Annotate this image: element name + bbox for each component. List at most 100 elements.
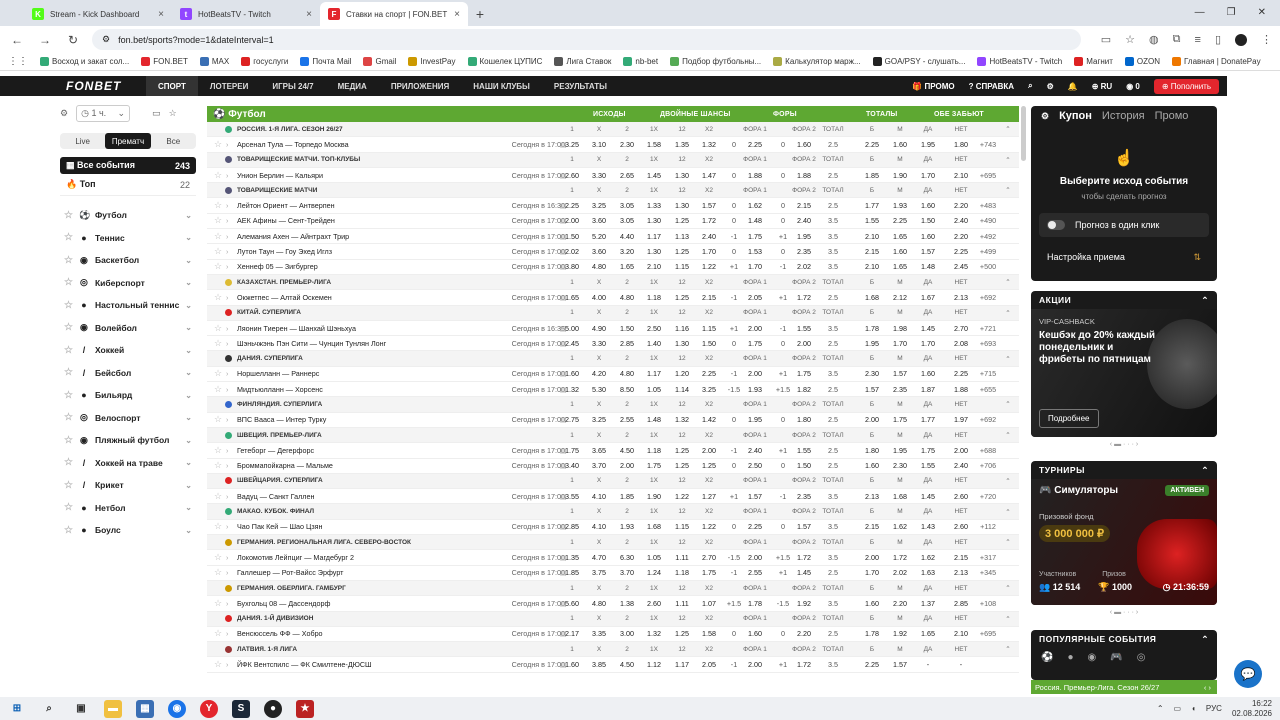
odds-cell[interactable]: 2.60: [641, 599, 667, 608]
event-teams[interactable]: АЕК Афины — Сент-Трейден: [237, 216, 335, 225]
odds-cell[interactable]: 1.45: [641, 171, 667, 180]
odds-cell[interactable]: 3.75: [586, 568, 612, 577]
odds-cell[interactable]: 1.45: [791, 568, 817, 577]
odds-cell[interactable]: 4.80: [614, 293, 640, 302]
event-teams[interactable]: Шэньчжэнь Пэн Сити — Чунцин Тунлян Лонг: [237, 339, 386, 348]
odds-cell[interactable]: 1.22: [696, 522, 722, 531]
nav-item[interactable]: ПРИЛОЖЕНИЯ: [379, 76, 461, 96]
event-teams[interactable]: Венсюссель ФФ — Хобро: [237, 629, 323, 638]
media-icon[interactable]: ≡: [1195, 34, 1201, 46]
favorite-star-icon[interactable]: ☆: [64, 345, 73, 356]
all-events-item[interactable]: ▦ Все события 243: [60, 157, 196, 174]
odds-cell[interactable]: 1.75: [696, 568, 722, 577]
sport-item[interactable]: ☆ / Хоккей на траве ⌄: [60, 452, 196, 475]
expand-icon[interactable]: ›: [226, 461, 228, 470]
collapse-icon[interactable]: ⌃: [995, 278, 1019, 286]
odds-cell[interactable]: 2.40: [791, 216, 817, 225]
event-teams[interactable]: Гетеборг — Дегерфорс: [237, 446, 314, 455]
odds-cell[interactable]: 1.12: [641, 660, 667, 669]
apps-icon[interactable]: ⋮⋮: [8, 56, 28, 67]
odds-cell[interactable]: 2.20: [948, 232, 974, 241]
odds-cell[interactable]: 1.45: [915, 492, 941, 501]
expand-icon[interactable]: ›: [226, 599, 228, 608]
expand-icon[interactable]: ›: [226, 201, 228, 210]
odds-cell[interactable]: 1.14: [669, 385, 695, 394]
odds-cell[interactable]: 1.90: [641, 492, 667, 501]
odds-cell[interactable]: 2.00: [614, 461, 640, 470]
profile-avatar[interactable]: [1235, 33, 1247, 46]
odds-cell[interactable]: 3.25: [696, 385, 722, 394]
odds-cell[interactable]: 1.60: [915, 369, 941, 378]
odds-cell[interactable]: 2.15: [948, 553, 974, 562]
odds-cell[interactable]: 8.50: [614, 385, 640, 394]
mode-tab[interactable]: Live: [60, 133, 105, 149]
odds-cell[interactable]: 1.72: [791, 293, 817, 302]
browser-tab[interactable]: F Ставки на спорт | FON.BET ×: [320, 2, 468, 26]
event-row[interactable]: ☆ › Шэньчжэнь Пэн Сити — Чунцин Тунлян Лон…: [207, 336, 1019, 352]
expand-icon[interactable]: ›: [226, 171, 228, 180]
bookmark-item[interactable]: Восход и закат сол...: [40, 57, 129, 66]
popular-event-bar[interactable]: Россия. Премьер-Лига. Сезон 26/27 ‹ ›: [1031, 680, 1217, 694]
odds-cell[interactable]: 1.32: [669, 415, 695, 424]
top-events-item[interactable]: 🔥 Топ 22: [60, 174, 196, 196]
odds-cell[interactable]: 1.77: [915, 415, 941, 424]
odds-cell[interactable]: 2.10: [641, 262, 667, 271]
extension-icon[interactable]: ◍: [1149, 33, 1159, 46]
odds-cell[interactable]: 2.02: [791, 262, 817, 271]
promo-more-button[interactable]: Подробнее: [1039, 409, 1099, 428]
odds-cell[interactable]: 1.93: [742, 385, 768, 394]
odds-cell[interactable]: 1.72: [887, 553, 913, 562]
odds-cell[interactable]: 1.68: [641, 522, 667, 531]
yandex-icon[interactable]: Y: [200, 699, 218, 718]
expand-icon[interactable]: ›: [226, 140, 228, 149]
event-teams[interactable]: Окжетпес — Алтай Оскемен: [237, 293, 332, 302]
odds-cell[interactable]: 2.50: [641, 324, 667, 333]
odds-cell[interactable]: 1.37: [915, 599, 941, 608]
favorite-star-icon[interactable]: ☆: [64, 322, 73, 333]
odds-cell[interactable]: 1.75: [915, 446, 941, 455]
odds-cell[interactable]: 2.13: [859, 492, 885, 501]
event-row[interactable]: ☆ › Бухгольц 08 — Дассендорф Сегодня в 17:0…: [207, 596, 1019, 612]
collapse-icon[interactable]: ⌃: [1201, 295, 1209, 306]
nav-item[interactable]: СПОРТ: [146, 76, 198, 96]
odds-cell[interactable]: 1.78: [859, 629, 885, 638]
odds-cell[interactable]: 2.25: [948, 247, 974, 256]
collapse-icon[interactable]: ⌃: [995, 477, 1019, 485]
bookmark-item[interactable]: Кошелек ЦУПИС: [467, 57, 542, 66]
odds-cell[interactable]: 1.93: [614, 522, 640, 531]
odds-cell[interactable]: 5.60: [559, 599, 585, 608]
odds-cell[interactable]: 1.07: [696, 599, 722, 608]
odds-cell[interactable]: 1.95: [915, 140, 941, 149]
odds-cell[interactable]: 2.12: [887, 293, 913, 302]
odds-cell[interactable]: 2.00: [948, 446, 974, 455]
table-scrollbar[interactable]: [1021, 106, 1026, 161]
odds-cell[interactable]: 2.40: [742, 446, 768, 455]
odds-cell[interactable]: 4.80: [586, 262, 612, 271]
puzzle-icon[interactable]: ⧉: [1173, 33, 1181, 46]
event-row[interactable]: ☆ › Арсенал Тула — Торпедо Москва Сегодня в…: [207, 137, 1019, 153]
odds-cell[interactable]: 1.82: [791, 385, 817, 394]
odds-cell[interactable]: 1.70: [696, 247, 722, 256]
odds-cell[interactable]: 1.85: [859, 171, 885, 180]
bookmark-item[interactable]: FON.BET: [141, 57, 188, 66]
odds-cell[interactable]: 1.32: [559, 385, 585, 394]
odds-cell[interactable]: 1.65: [887, 262, 913, 271]
odds-cell[interactable]: 1.25: [696, 461, 722, 470]
odds-cell[interactable]: 2.25: [859, 140, 885, 149]
collapse-icon[interactable]: ⌃: [995, 400, 1019, 408]
event-row[interactable]: ☆ › Ляонин Тиерен — Шанхай Шэньхуа Сегодня …: [207, 321, 1019, 337]
odds-cell[interactable]: 1.27: [696, 492, 722, 501]
odds-cell[interactable]: 3.05: [614, 201, 640, 210]
collapse-icon[interactable]: ⌃: [995, 431, 1019, 439]
odds-cell[interactable]: 1.70: [887, 339, 913, 348]
odds-cell[interactable]: 1.60: [887, 140, 913, 149]
event-row[interactable]: ☆ › ЙФК Вентспилс — ФК Смилтене-ДЮСШ Сегодн…: [207, 657, 1019, 673]
odds-cell[interactable]: 2.25: [742, 522, 768, 531]
odds-cell[interactable]: 2.55: [742, 568, 768, 577]
odds-cell[interactable]: 1.67: [915, 293, 941, 302]
odds-cell[interactable]: 2.00: [791, 339, 817, 348]
collapse-icon[interactable]: ⌃: [995, 309, 1019, 317]
league-row[interactable]: ФИНЛЯНДИЯ. СУПЕРЛИГА 1 X 2 1X 12 X2 ФОРА 1 ФОРА …: [207, 397, 1019, 413]
close-tab-icon[interactable]: ×: [158, 9, 164, 20]
odds-cell[interactable]: 1.60: [742, 629, 768, 638]
